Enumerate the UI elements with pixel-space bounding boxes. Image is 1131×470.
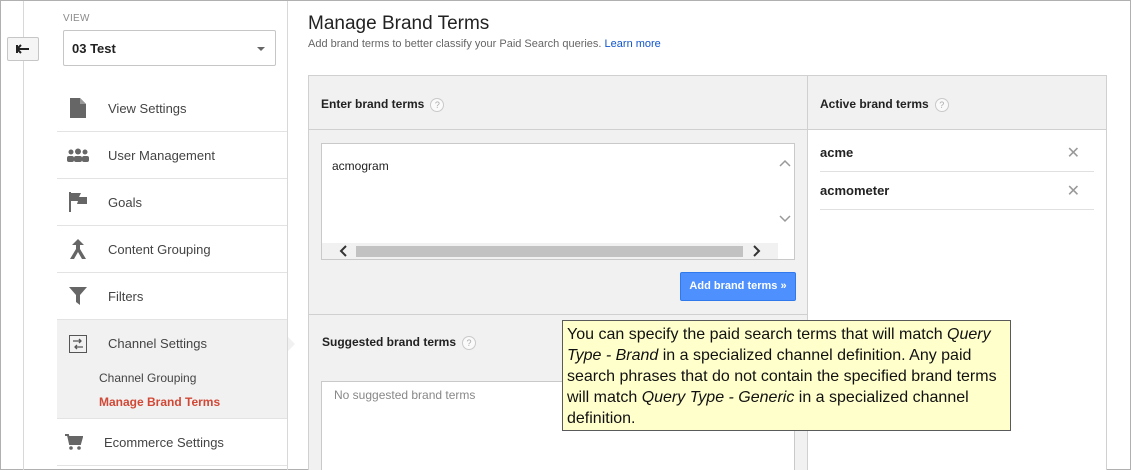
- back-button[interactable]: [7, 37, 39, 61]
- page-subtitle: Add brand terms to better classify your …: [308, 38, 661, 50]
- help-icon[interactable]: ?: [430, 97, 445, 112]
- sidebar-item-label: Goals: [108, 194, 142, 210]
- filter-icon: [67, 285, 89, 307]
- sidebar-item-content-grouping[interactable]: Content Grouping: [57, 226, 287, 273]
- sidebar-subitem-channel-grouping[interactable]: Channel Grouping: [99, 371, 196, 385]
- suggested-terms-title: Suggested brand terms: [322, 335, 457, 349]
- channel-settings-icon: [67, 333, 89, 355]
- channel-settings-group: Channel Settings Channel Grouping Manage…: [57, 320, 295, 419]
- sidebar-divider: [287, 1, 288, 470]
- tooltip-em-generic: Query Type - Generic: [641, 389, 795, 406]
- sidebar-item-label: Content Grouping: [108, 241, 211, 257]
- active-terms-title: Active brand terms: [820, 97, 929, 111]
- flag-icon: [67, 191, 89, 213]
- help-icon[interactable]: ?: [462, 335, 477, 350]
- vertical-scrollbar[interactable]: [776, 144, 794, 244]
- sidebar-item-user-management[interactable]: User Management: [57, 132, 287, 179]
- help-tooltip: You can specify the paid search terms th…: [562, 320, 1011, 431]
- sidebar-item-label: Filters: [108, 288, 144, 304]
- subtitle-text: Add brand terms to better classify your …: [308, 38, 602, 50]
- sidebar-item-channel-settings[interactable]: Channel Settings: [57, 320, 287, 367]
- document-icon: [67, 97, 89, 119]
- sidebar-item-ecommerce-settings[interactable]: Ecommerce Settings: [57, 419, 287, 466]
- sidebar-item-label: Channel Settings: [108, 336, 208, 351]
- users-icon: [67, 144, 89, 166]
- view-label: VIEW: [63, 13, 90, 24]
- active-term-row: acme ✕: [820, 134, 1094, 172]
- active-terms-header: Active brand terms?: [808, 76, 1106, 130]
- add-brand-terms-button[interactable]: Add brand terms »: [680, 272, 796, 301]
- active-term-label: acmometer: [820, 183, 890, 198]
- close-icon[interactable]: ✕: [1067, 143, 1080, 163]
- close-icon[interactable]: ✕: [1067, 181, 1080, 201]
- sidebar-item-label: View Settings: [108, 100, 187, 116]
- caret-down-icon: [257, 47, 265, 51]
- chevron-left-icon[interactable]: [334, 243, 354, 259]
- chevron-right-icon[interactable]: [746, 243, 766, 259]
- sidebar-item-view-settings[interactable]: View Settings: [57, 85, 287, 132]
- chevron-up-icon[interactable]: [776, 156, 794, 170]
- horizontal-scrollbar[interactable]: [322, 243, 778, 259]
- left-rail-line: [23, 1, 24, 470]
- enter-terms-header: Enter brand terms?: [309, 76, 807, 130]
- sidebar-nav: View Settings User Management Goals Cont…: [57, 85, 295, 466]
- scrollbar-thumb[interactable]: [356, 246, 743, 257]
- tooltip-text-1: You can specify the paid search terms th…: [567, 326, 943, 343]
- learn-more-link[interactable]: Learn more: [605, 38, 661, 50]
- chevron-down-icon[interactable]: [776, 212, 794, 226]
- content-grouping-icon: [67, 238, 89, 260]
- sidebar-item-goals[interactable]: Goals: [57, 179, 287, 226]
- suggested-terms-placeholder: No suggested brand terms: [334, 388, 476, 402]
- active-term-row: acmometer ✕: [820, 172, 1094, 210]
- view-selector-value: 03 Test: [72, 41, 116, 56]
- page-title: Manage Brand Terms: [308, 13, 490, 34]
- brand-terms-input-value: acmogram: [332, 159, 389, 173]
- active-pointer: [287, 336, 295, 352]
- brand-terms-input[interactable]: acmogram: [321, 143, 795, 260]
- help-icon[interactable]: ?: [934, 97, 949, 112]
- sidebar-item-label: User Management: [108, 147, 215, 163]
- back-arrow-icon: [16, 44, 29, 54]
- enter-terms-title: Enter brand terms: [321, 97, 425, 111]
- sidebar-item-label: Ecommerce Settings: [104, 434, 224, 450]
- sidebar-item-filters[interactable]: Filters: [57, 273, 287, 320]
- active-term-label: acme: [820, 145, 854, 160]
- view-selector[interactable]: 03 Test: [63, 30, 276, 66]
- cart-icon: [63, 431, 85, 453]
- sidebar-subitem-manage-brand-terms[interactable]: Manage Brand Terms: [99, 395, 220, 409]
